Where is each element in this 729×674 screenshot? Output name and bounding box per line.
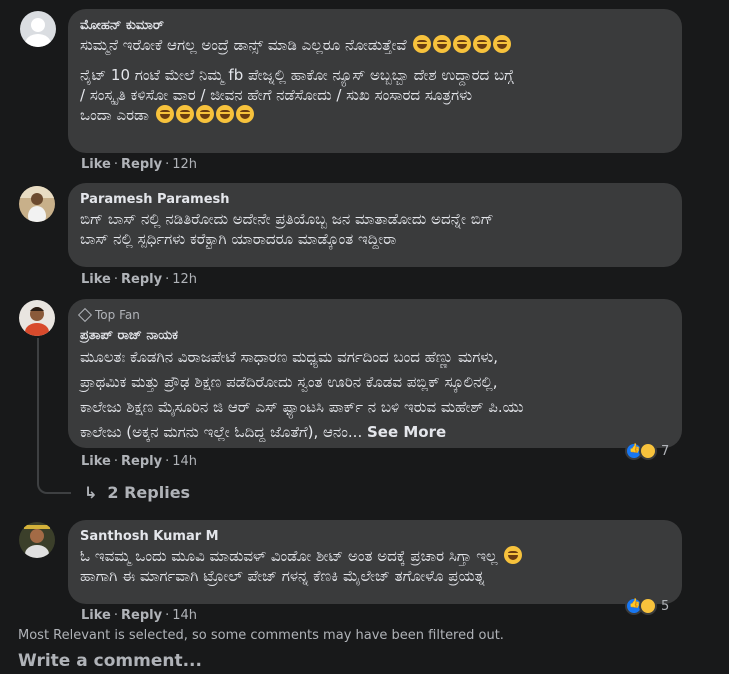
replies-label: 2 Replies: [107, 483, 191, 502]
reaction-summary[interactable]: 5: [625, 597, 669, 615]
like-button[interactable]: Like: [81, 157, 111, 172]
avatar-default[interactable]: [20, 11, 56, 47]
comment-text: ಬಿಗ್ ಬಾಸ್ ನಲ್ಲಿ ನಡಿತಿರೋದು ಅದೇನೇ ಪ್ರತಿಯೊಬ…: [80, 209, 670, 249]
comment-author[interactable]: ಮೋಹನ್ ಕುಮಾರ್: [80, 17, 670, 35]
grin-emoji-icon: [453, 35, 472, 53]
reply-button[interactable]: Reply: [121, 608, 162, 623]
laugh-emoji-icon: [155, 105, 174, 123]
profile-photo-icon: [19, 522, 55, 558]
laugh-emoji-icon: [504, 546, 523, 564]
reply-button[interactable]: Reply: [121, 157, 162, 172]
haha-reaction-icon: [639, 442, 657, 460]
laugh-emoji-icon: [195, 105, 214, 123]
timestamp[interactable]: 12h: [172, 272, 197, 287]
comment-actions: Like · Reply · 14h: [81, 608, 197, 623]
avatar-paramesh[interactable]: [19, 186, 55, 222]
comment-paragraph: ಸುಮ್ಮನೆ ಇರೋಕೆ ಆಗಲ್ಲ ಅಂದ್ರೆ ಡಾನ್ಸ್ ಮಾಡಿ ಎ…: [80, 36, 407, 54]
grin-emoji-icon: [493, 35, 512, 53]
like-button[interactable]: Like: [81, 272, 111, 287]
comment-paragraph: ಬಾಸ್ ನಲ್ಲಿ ಸ್ಪರ್ಧಿಗಳು ಕರೆಕ್ಟಾಗಿ ಯಾರಾದರೂ …: [80, 230, 397, 248]
thread-connector: [37, 338, 71, 494]
comment-paragraph: ಪ್ರಾಥಮಿಕ ಮತ್ತು ಪ್ರೌಢ ಶಿಕ್ಷಣ ಪಡೆದಿರೋದು ಸ್…: [80, 373, 498, 391]
timestamp[interactable]: 14h: [172, 608, 197, 623]
comment-actions: Like · Reply · 12h: [81, 272, 197, 287]
timestamp[interactable]: 12h: [172, 157, 197, 172]
comment-author[interactable]: Paramesh Paramesh: [80, 191, 670, 209]
see-more-link[interactable]: See More: [367, 423, 446, 441]
comment-text: ಮೂಲತಃ ಕೊಡಗಿನ ವಿರಾಜಪೇಟೆ ಸಾಧಾರಣ ಮಧ್ಯಮ ವರ್ಗ…: [80, 345, 670, 445]
badge-label: Top Fan: [95, 308, 140, 322]
comment-paragraph: ಓ ಇವಮ್ಮ ಒಂದು ಮೂವಿ ಮಾಡುವಳ್ ವಿಂಡೋ ಶೀಟ್ ಅಂತ…: [80, 547, 498, 565]
avatar-prathap[interactable]: [19, 300, 55, 336]
comment-paragraph: ಹಾಗಾಗಿ ಈ ಮಾರ್ಗವಾಗಿ ಟ್ರೋಲ್ ಪೇಜ್ ಗಳನ್ನ ಕೆಣ…: [80, 567, 485, 585]
comment-author[interactable]: ಪ್ರತಾಪ್ ರಾಜ್ ನಾಯಕ: [80, 327, 670, 345]
comment-paragraph: ಮೂಲತಃ ಕೊಡಗಿನ ವಿರಾಜಪೇಟೆ ಸಾಧಾರಣ ಮಧ್ಯಮ ವರ್ಗ…: [80, 348, 499, 366]
profile-photo-icon: [19, 186, 55, 222]
reply-arrow-icon: ↳: [84, 483, 98, 502]
view-replies-button[interactable]: ↳ 2 Replies: [84, 483, 190, 502]
laugh-emoji-icon: [175, 105, 194, 123]
default-avatar-icon: [20, 11, 56, 47]
reaction-count: 5: [661, 598, 670, 614]
grin-emoji-icon: [473, 35, 492, 53]
like-button[interactable]: Like: [81, 454, 111, 469]
reply-button[interactable]: Reply: [121, 454, 162, 469]
filter-note: Most Relevant is selected, so some comme…: [18, 628, 504, 643]
reply-button[interactable]: Reply: [121, 272, 162, 287]
write-comment-input[interactable]: Write a comment...: [18, 651, 202, 671]
comment-paragraph: ಕಾಲೇಜು ಶಿಕ್ಷಣ ಮೈಸೂರಿನ ಜಿ ಆರ್ ಎಸ್ ಫ್ಯಾಂಟಸ…: [80, 398, 524, 416]
avatar-santhosh[interactable]: [19, 522, 55, 558]
comment-bubble: ಮೋಹನ್ ಕುಮಾರ್ ಸುಮ್ಮನೆ ಇರೋಕೆ ಆಗಲ್ಲ ಅಂದ್ರೆ …: [68, 9, 682, 153]
laugh-emoji-icon: [215, 105, 234, 123]
comment-actions: Like · Reply · 12h: [81, 157, 197, 172]
comment-paragraph: / ಸಂಸ್ಕೃತಿ ಕಳಿಸೋ ವಾರ / ಜೀವನ ಹೇಗೆ ನಡೆಸೋದು…: [80, 86, 473, 104]
comment-bubble: Top Fan ಪ್ರತಾಪ್ ರಾಜ್ ನಾಯಕ ಮೂಲತಃ ಕೊಡಗಿನ ವ…: [68, 299, 682, 448]
comment-paragraph: ಒಂದಾ ಎರಡಾ: [80, 106, 149, 124]
grin-emoji-icon: [413, 35, 432, 53]
top-fan-badge[interactable]: Top Fan: [77, 307, 670, 323]
haha-reaction-icon: [639, 597, 657, 615]
comment-text: ಸುಮ್ಮನೆ ಇರೋಕೆ ಆಗಲ್ಲ ಅಂದ್ರೆ ಡಾನ್ಸ್ ಮಾಡಿ ಎ…: [80, 35, 670, 125]
profile-photo-icon: [19, 300, 55, 336]
comment-paragraph: ಬಿಗ್ ಬಾಸ್ ನಲ್ಲಿ ನಡಿತಿರೋದು ಅದೇನೇ ಪ್ರತಿಯೊಬ…: [80, 210, 494, 228]
comment-actions: Like · Reply · 14h: [81, 454, 197, 469]
grin-emoji-icon: [433, 35, 452, 53]
comment-paragraph: ಕಾಲೇಜು (ಅಕ್ಕನ ಮಗನು ಇಲ್ಲೇ ಓದಿದ್ದ ಜೊತೆಗೆ),…: [80, 423, 363, 441]
reaction-summary[interactable]: 7: [625, 442, 669, 460]
reaction-count: 7: [661, 443, 670, 459]
comment-text: ಓ ಇವಮ್ಮ ಒಂದು ಮೂವಿ ಮಾಡುವಳ್ ವಿಂಡೋ ಶೀಟ್ ಅಂತ…: [80, 546, 670, 586]
comment-author[interactable]: Santhosh Kumar M: [80, 528, 670, 546]
like-button[interactable]: Like: [81, 608, 111, 623]
timestamp[interactable]: 14h: [172, 454, 197, 469]
comment-bubble: Paramesh Paramesh ಬಿಗ್ ಬಾಸ್ ನಲ್ಲಿ ನಡಿತಿರ…: [68, 183, 682, 267]
laugh-emoji-icon: [235, 105, 254, 123]
comment-bubble: Santhosh Kumar M ಓ ಇವಮ್ಮ ಒಂದು ಮೂವಿ ಮಾಡುವ…: [68, 520, 682, 604]
diamond-icon: [77, 307, 93, 323]
comment-paragraph: ನೈಟ್ 10 ಗಂಟೆ ಮೇಲೆ ನಿಮ್ಮ fb ಪೇಜ್ನಲ್ಲಿ ಹಾಕ…: [80, 66, 514, 84]
